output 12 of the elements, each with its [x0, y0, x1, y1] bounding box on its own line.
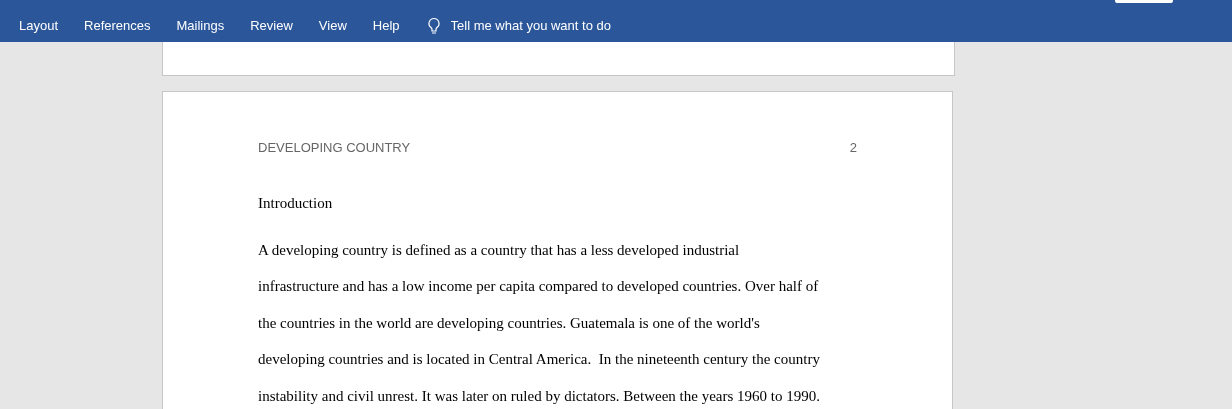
ribbon-tab[interactable]: Review — [237, 16, 306, 35]
page-number: 2 — [849, 140, 857, 155]
tell-me-field[interactable]: Tell me what you want to do — [450, 18, 671, 33]
ribbon-tab[interactable]: Help — [359, 16, 413, 35]
ribbon-tab[interactable]: Mailings — [163, 16, 238, 35]
ribbon-tab[interactable]: References — [71, 16, 164, 35]
lightbulb-icon — [426, 16, 441, 35]
body-paragraph: A developing country is defined as a country that has a less developed industrial infrastructure and has a low income per capita compared to developed countries. Over half of the countries in the world are developing countries. Guatemala is one of the world's developing countries and is located in Central America. In the nineteenth century the country instability and civil unrest. It was later on ruled by dictators. Between the years 1960 to 1990. — [258, 241, 821, 406]
header-title: DEVELOPING COUNTRY — [258, 140, 411, 155]
ribbon-tab[interactable]: View — [305, 16, 360, 35]
section-heading: Introduction — [258, 195, 334, 212]
ribbon-tab[interactable]: Layout — [6, 16, 72, 35]
